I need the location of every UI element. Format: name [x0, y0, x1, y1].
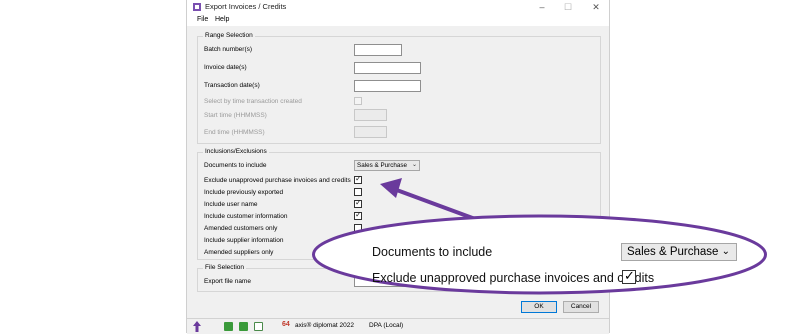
zoom-documents-select[interactable]: Sales & Purchase ⌄	[621, 243, 737, 261]
zoom-documents-label: Documents to include	[372, 245, 493, 259]
zoom-exclude-label: Exclude unapproved purchase invoices and…	[372, 271, 655, 285]
zoom-callout: Documents to include Sales & Purchase ⌄ …	[311, 214, 768, 295]
zoom-exclude-checkbox[interactable]: ✓	[622, 268, 636, 284]
chevron-down-icon: ⌄	[721, 246, 730, 257]
zoom-documents-value: Sales & Purchase	[627, 246, 719, 258]
checkmark-icon: ✓	[624, 268, 635, 283]
